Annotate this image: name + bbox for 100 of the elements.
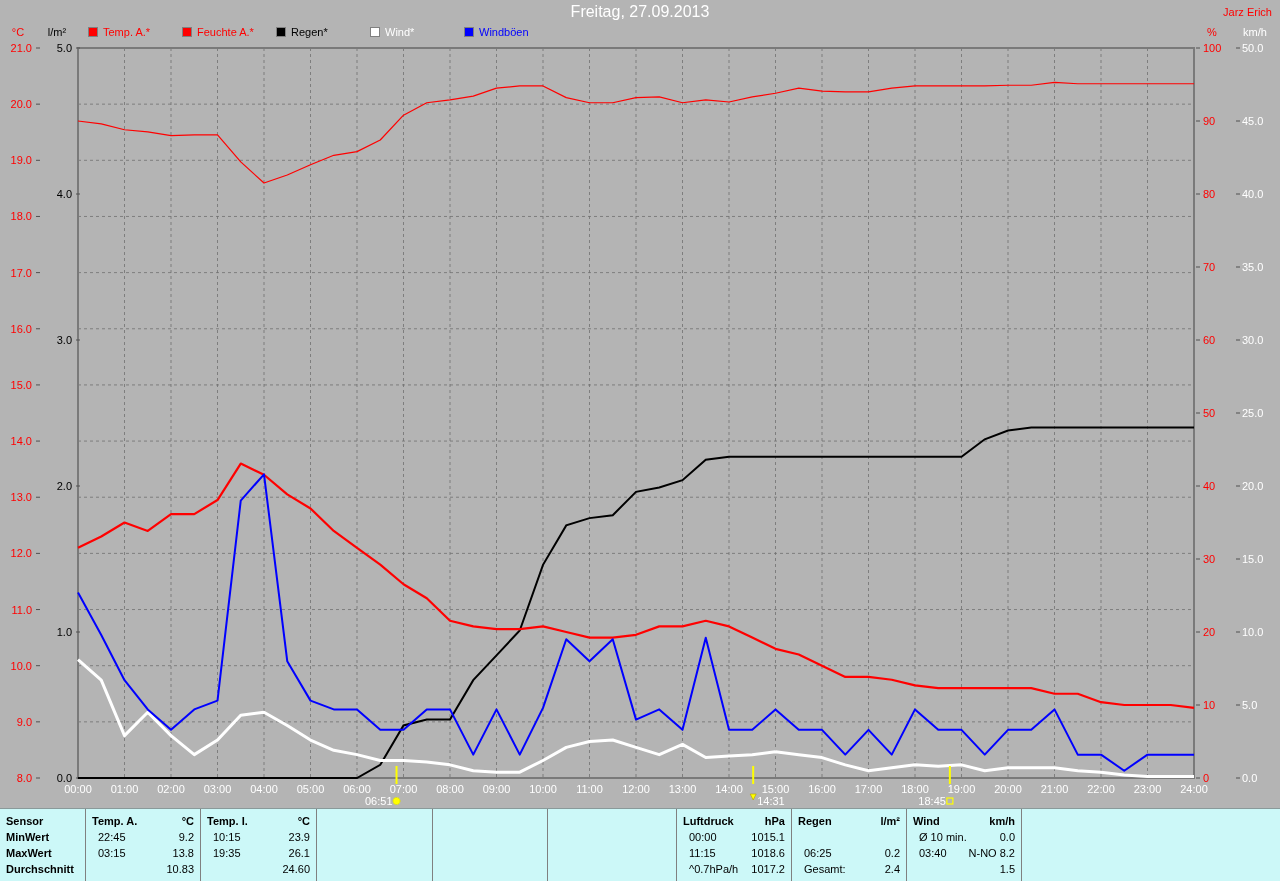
legend-swatch [182,27,192,37]
rain-axis-label: 5.0 [56,42,72,54]
rain-axis-label: 4.0 [56,188,72,200]
temperature-axis-label: 9.0 [16,715,32,728]
wind-axis-label: 30.0 [1242,334,1264,346]
wind-axis-label: 25.0 [1242,407,1264,419]
column-unit: l/m² [880,815,900,829]
time-axis-label: 22:00 [1087,783,1115,795]
value-cell-text: 10.83 [166,863,194,877]
time-cell-text: 03:15 [97,847,126,861]
time-axis-label: 06:00 [343,783,371,795]
legend-swatch [464,27,474,37]
wind-axis-label: 20.0 [1242,480,1264,492]
sun-marker [395,765,398,785]
legend-label: Wind* [385,26,415,38]
legend-swatch [88,27,98,37]
time-cell-text: Ø 10 min. [918,831,967,845]
time-cell-text: 22:45 [97,831,126,845]
time-axis-label: 23:00 [1133,783,1162,795]
column-unit: hPa [764,815,785,829]
legend-label: Windböen [479,26,529,38]
temperature-axis-label: 12.0 [10,547,32,560]
time-cell-text: 19:35 [212,847,241,861]
value-cell-text: 0.0 [999,831,1015,845]
value-cell-text: 0.2 [884,847,900,861]
wind-axis-label: 5.0 [1242,699,1258,711]
wind-unit: km/h [1243,26,1267,38]
time-cell-text: 10:15 [212,831,241,845]
wind-axis-label: 0.0 [1242,772,1258,784]
column-unit: °C [181,815,194,829]
time-axis-label: 02:00 [157,783,185,795]
chart-title: Freitag, 27.09.2013 [570,3,710,21]
temperature-unit: °C [11,26,25,38]
time-axis-label: 21:00 [1040,783,1069,795]
sun-time: 18:45 [918,795,946,807]
time-axis-label: 14:00 [715,783,743,795]
value-cell-text: 26.1 [288,847,310,861]
column-header: Temp. A. [92,815,138,829]
sun-icon [392,797,401,805]
rain-unit: l/m² [47,26,67,38]
time-axis-label: 01:00 [110,783,139,795]
value-cell-text: 1015.1 [751,831,785,845]
time-axis-label: 17:00 [854,783,883,795]
time-cell-text: 03:40 [918,847,947,861]
humidity-axis-label: 100 [1203,42,1222,54]
rain-axis-label: 0.0 [56,772,72,784]
column-header: Luftdruck [683,815,734,829]
temperature-axis-label: 16.0 [10,322,32,335]
time-cell-text: 11:15 [688,847,716,861]
temperature-axis-label: 20.0 [10,98,32,111]
humidity-axis-label: 40 [1203,480,1216,492]
legend-label: Temp. A.* [103,26,151,38]
time-axis-label: 15:00 [761,783,790,795]
column-unit: °C [297,815,310,829]
value-cell-text: 1017.2 [751,863,785,877]
humidity-axis-label: 20 [1203,626,1216,638]
rain-axis-label: 2.0 [56,480,72,492]
humidity-axis-label: 0 [1203,772,1210,784]
rain-axis-label: 1.0 [56,626,72,638]
temperature-axis-label: 14.0 [10,435,32,448]
temperature-axis-label: 18.0 [10,210,32,223]
arrow-down-icon [749,793,757,801]
humidity-axis-label: 80 [1203,188,1216,200]
time-axis-label: 24:00 [1180,783,1208,795]
temperature-axis-label: 8.0 [16,772,32,784]
sun-time: 06:51 [365,795,393,807]
temperature-axis-label: 11.0 [11,603,32,616]
row-label: MaxWert [6,847,52,861]
sunset-icon [946,797,954,805]
value-cell-text: 1.5 [999,863,1015,877]
legend-swatch [276,27,286,37]
time-axis-label: 10:00 [529,783,557,795]
rain-axis-label: 3.0 [56,334,72,346]
temperature-axis-label: 19.0 [10,154,32,167]
value-cell-text: 9.2 [178,831,194,845]
temperature-axis-label: 13.0 [10,491,32,504]
value-cell-text: N-NO 8.2 [968,847,1015,861]
time-axis-label: 18:00 [901,783,929,795]
temperature-axis-label: 10.0 [10,659,32,672]
time-axis-label: 07:00 [389,783,418,795]
time-axis-label: 00:00 [64,783,92,795]
wind-axis-label: 40.0 [1242,188,1264,200]
column-header: Regen [798,815,832,829]
humidity-axis-label: 30 [1203,553,1216,565]
humidity-unit: % [1207,26,1217,38]
value-cell-text: 24.60 [282,863,310,877]
value-cell-text: 2.4 [884,863,900,877]
column-header: Temp. I. [207,815,248,829]
legend-swatch [370,27,380,37]
time-axis-label: 09:00 [482,783,511,795]
time-axis-label: 19:00 [947,783,976,795]
humidity-axis-label: 90 [1203,115,1216,127]
time-axis-label: 20:00 [994,783,1022,795]
sun-time: 14:31 [757,795,785,807]
time-cell-text: ^0.7hPa/h [688,863,739,877]
value-cell-text: 13.8 [172,847,194,861]
wind-axis-label: 15.0 [1242,553,1264,565]
column-header: Wind [913,815,940,829]
time-axis-label: 16:00 [808,783,836,795]
author-name: Jarz Erich [1223,6,1272,18]
